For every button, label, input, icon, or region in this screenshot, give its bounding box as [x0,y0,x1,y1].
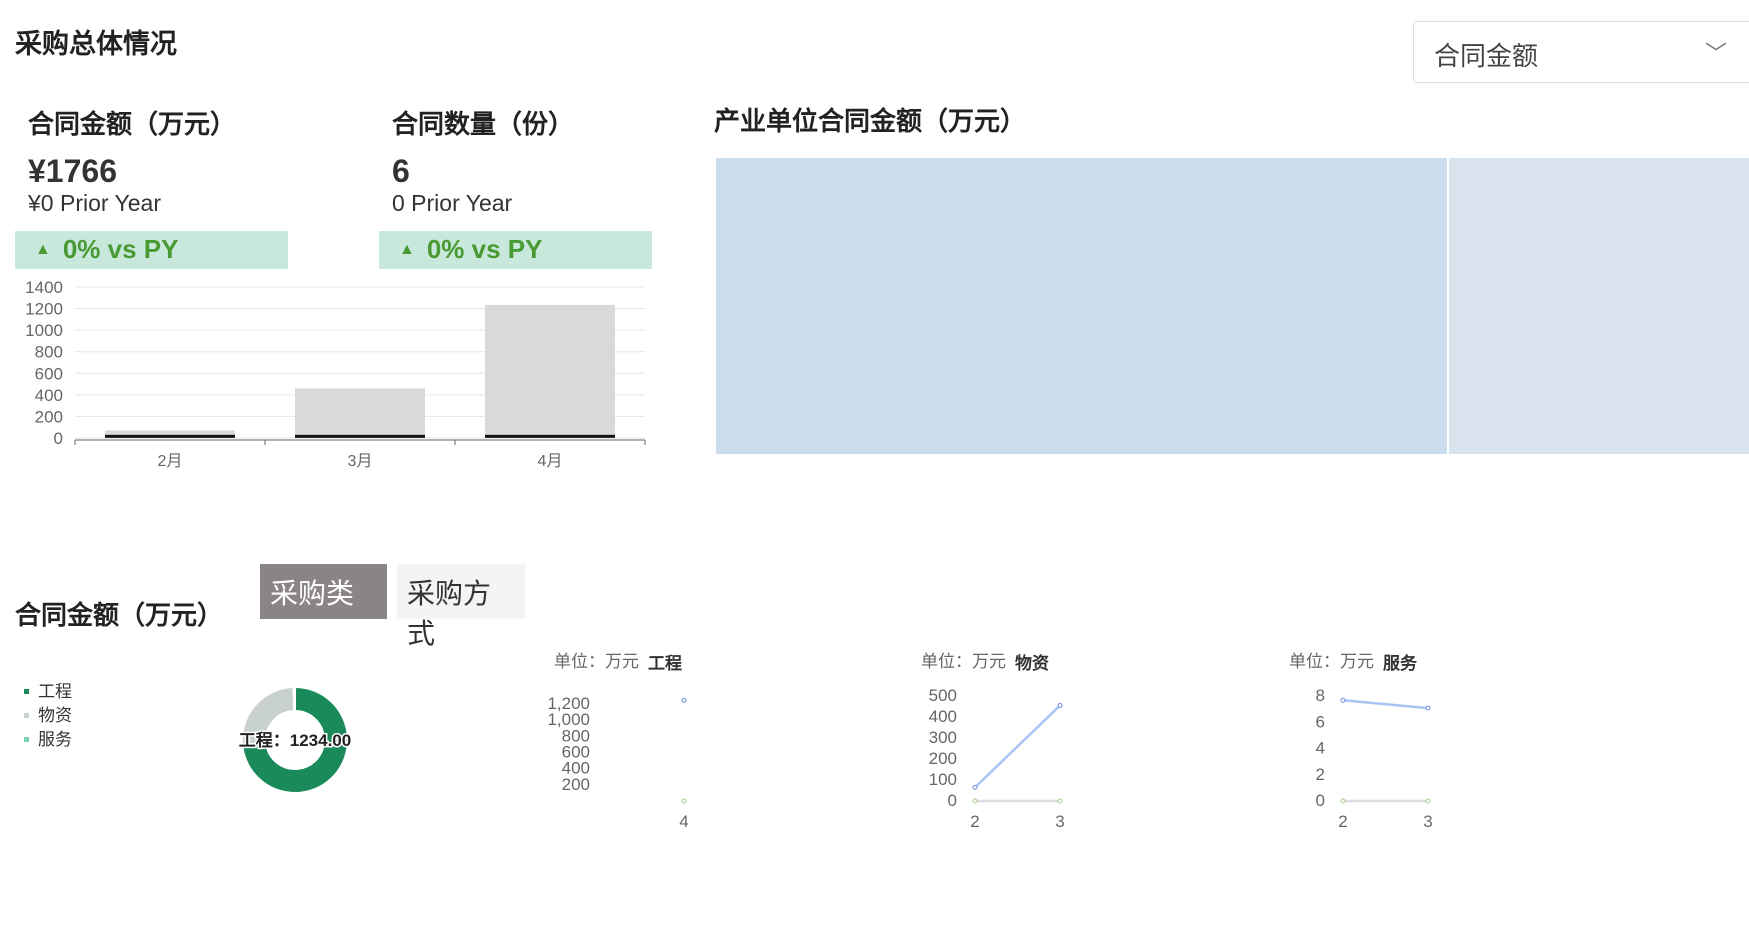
legend-label: 物资 [38,706,72,725]
data-point [1425,705,1431,711]
treemap-cell[interactable] [716,158,1447,454]
legend-marker [24,689,29,694]
type-donut-chart: 工程：1234.00 [237,685,353,794]
y-tick-label: 100 [929,770,957,789]
kpi-value: 6 [392,153,410,189]
kpi-prior: 0 Prior Year [392,190,513,216]
treemap-title: 产业单位合同金额（万元） [714,106,1027,136]
data-point [1340,798,1346,804]
unit-label: 单位：万元 [554,652,639,671]
prior-year-marker [485,434,615,438]
tab-purchase-method[interactable]: 采购方式 [397,564,525,649]
monthly-bar-chart: 0 200 400 600 800 1000 1200 1400 2月 3月 4月 [25,278,646,470]
y-tick-label: 0 [948,791,957,810]
chart-title: 物资 [1015,653,1049,673]
kpi-value: ¥1766 [28,153,117,189]
series-line [1342,699,1429,710]
y-tick-label: 4 [1316,739,1325,758]
y-tick-label: 1200 [25,300,63,319]
legend-label: 工程 [38,682,72,701]
data-point [1425,798,1431,804]
chart-title: 工程 [648,654,682,673]
delta-text: 0% vs PY [426,234,543,264]
kpi-amount: 合同金额（万元） ¥1766 ¥0 Prior Year [28,104,236,217]
y-tick-label: 1,000 [547,710,590,729]
data-point [1340,697,1346,703]
kpi-count: 合同数量（份） 6 0 Prior Year [392,104,574,217]
y-tick-label: 1000 [25,321,63,340]
triangle-up-icon: ▲ [35,241,51,258]
data-point [681,697,687,703]
donut-label: 工程：1234.00 [239,731,351,750]
bar [485,304,615,438]
legend-item[interactable]: 物资 [24,704,72,728]
y-tick-label: 1400 [25,278,63,297]
y-tick-label: 800 [35,343,63,362]
delta-text: 0% vs PY [62,234,179,264]
page-title: 采购总体情况 [15,29,177,59]
kpi-delta-badge: ▲ 0% vs PY [15,231,288,269]
x-tick-label: 3 [1055,812,1064,831]
x-tick-label: 3 [1423,812,1432,831]
metric-dropdown[interactable]: 合同金额 ﹀ [1413,21,1749,83]
series-line [974,704,1061,789]
x-tick-label: 2 [970,812,979,831]
pie-legend: 工程 物资 服务 [24,680,72,752]
legend-item[interactable]: 服务 [24,728,72,752]
y-tick-label: 0 [1316,791,1325,810]
triangle-up-icon: ▲ [399,241,415,258]
tab-purchase-type[interactable]: 采购类型 [260,564,387,649]
y-tick-label: 300 [929,728,957,747]
y-tick-label: 6 [1316,712,1325,731]
y-tick-label: 400 [35,386,63,405]
legend-item[interactable]: 工程 [24,680,72,704]
y-tick-label: 400 [929,707,957,726]
treemap-cell[interactable] [1449,158,1749,454]
bottom-title: 合同金额（万元） [15,600,224,630]
y-tick-label: 8 [1316,686,1325,705]
legend-marker [24,713,29,718]
y-tick-label: 0 [54,429,63,448]
y-tick-label: 2 [1316,765,1325,784]
data-point [1057,798,1063,804]
legend-marker [24,737,29,742]
prior-year-marker [105,434,235,438]
legend-label: 服务 [38,730,72,749]
data-point [681,798,687,804]
y-tick-label: 500 [929,686,957,705]
y-tick-label: 1,200 [547,694,590,713]
donut-slice [292,685,296,713]
x-tick-label: 2月 [158,453,183,470]
bar [295,388,425,438]
kpi-title: 合同数量（份） [392,109,575,139]
y-tick-label: 200 [35,407,63,426]
x-tick-label: 4 [679,812,688,831]
data-point [972,798,978,804]
data-point [972,784,978,790]
x-tick-label: 4月 [538,453,563,470]
line-chart-engineering: 单位：万元 工程2004006008001,0001,2004 [547,652,688,831]
x-tick-label: 2 [1338,812,1347,831]
kpi-delta-badge: ▲ 0% vs PY [379,231,652,269]
chevron-down-icon: ﹀ [1704,41,1727,66]
unit-label: 单位：万元 [1289,652,1374,671]
data-point [1057,703,1063,708]
x-tick-label: 3月 [348,453,373,470]
dropdown-value: 合同金额 [1434,41,1539,71]
prior-year-marker [295,434,425,438]
y-tick-label: 600 [35,364,63,383]
line-chart-materials: 单位：万元 物资 0 100 200 300 400 500 2 3 [921,652,1065,831]
unit-label: 单位：万元 [921,652,1006,671]
y-tick-label: 800 [562,726,590,745]
kpi-prior: ¥0 Prior Year [28,190,161,216]
y-tick-label: 200 [929,749,957,768]
line-chart-services: 单位：万元 服务024682 3 [1289,652,1433,831]
kpi-title: 合同金额（万元） [28,109,237,139]
chart-title: 服务 [1383,653,1418,673]
